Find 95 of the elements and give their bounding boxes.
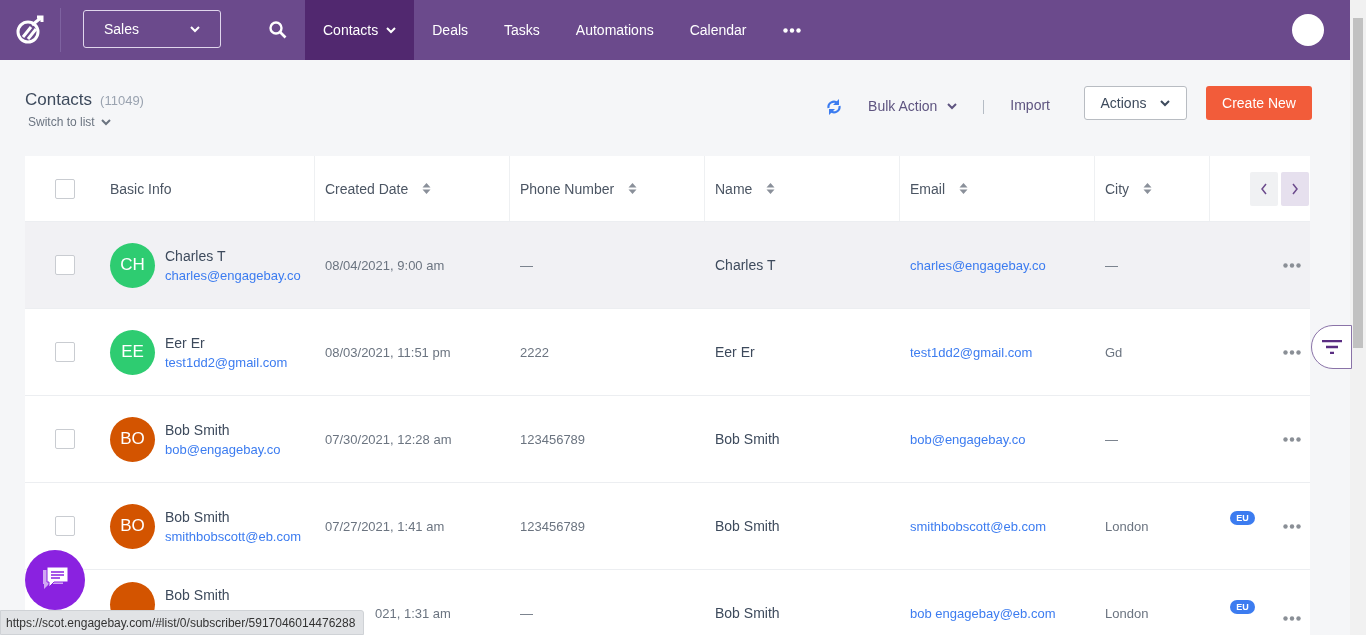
avatar: EE bbox=[110, 329, 155, 375]
contact-count: (11049) bbox=[100, 93, 144, 108]
table-cell: 08/03/2021, 11:51 pm bbox=[325, 344, 451, 360]
table-cell: — bbox=[520, 605, 533, 621]
nav-tab[interactable]: Automations bbox=[557, 0, 672, 60]
table-cell: 07/27/2021, 1:41 am bbox=[325, 518, 445, 534]
contact-name[interactable]: Bob Smith bbox=[165, 587, 230, 603]
table-cell: 2222 bbox=[520, 344, 549, 360]
row-checkbox[interactable] bbox=[55, 516, 75, 536]
pipeline-dropdown[interactable]: Sales bbox=[83, 10, 221, 48]
table-cell: — bbox=[1105, 257, 1118, 273]
more-icon[interactable] bbox=[1283, 436, 1301, 442]
caret-icon bbox=[100, 118, 111, 126]
table-row[interactable]: EE Eer Er test1dd2@gmail.com 08/03/2021, 11:51 pm 2222 Eer Er test1dd2@gmail.com Gd bbox=[25, 309, 1310, 396]
user-avatar[interactable] bbox=[1292, 14, 1324, 46]
email-link[interactable]: bob engagebay@eb.com bbox=[910, 605, 1056, 621]
bulk-action-menu[interactable]: Bulk Action bbox=[868, 98, 958, 114]
email-link[interactable]: charles@engagebay.co bbox=[910, 257, 1046, 273]
more-icon[interactable] bbox=[782, 27, 801, 33]
chevron-right-icon bbox=[1291, 182, 1299, 195]
column-header: City bbox=[1105, 180, 1130, 197]
region-badge: EU bbox=[1230, 511, 1255, 525]
caret-icon bbox=[190, 25, 200, 33]
table-cell: Eer Er bbox=[715, 344, 755, 360]
avatar: BO bbox=[110, 503, 155, 549]
table-cell: Gd bbox=[1105, 344, 1123, 360]
more-icon[interactable] bbox=[1283, 349, 1301, 355]
row-checkbox[interactable] bbox=[55, 342, 75, 362]
table-cell: Charles T bbox=[715, 257, 776, 273]
more-icon[interactable] bbox=[1283, 615, 1301, 621]
email-link[interactable]: smithbobscott@eb.com bbox=[910, 518, 1047, 534]
column-header: Created Date bbox=[325, 180, 409, 197]
previous-button[interactable] bbox=[1250, 171, 1278, 206]
table-cell: Bob Smith bbox=[715, 518, 780, 534]
caret-icon bbox=[947, 102, 958, 110]
table-cell: Bob Smith bbox=[715, 431, 780, 447]
table-row[interactable]: BO Bob Smith bob@engagebay.co 07/30/2021, 12:28 am 123456789 Bob Smith bob@engagebay.co — bbox=[25, 396, 1310, 483]
table-cell: 08/04/2021, 9:00 am bbox=[325, 257, 445, 273]
sort-icon[interactable] bbox=[422, 182, 432, 195]
logo-icon[interactable] bbox=[15, 15, 45, 45]
table-cell: 123456789 bbox=[520, 518, 586, 534]
filter-button[interactable] bbox=[1311, 325, 1352, 369]
row-checkbox[interactable] bbox=[55, 429, 75, 449]
contact-name[interactable]: Charles T bbox=[165, 247, 301, 264]
import-link[interactable]: Import bbox=[1010, 97, 1050, 113]
sort-icon[interactable] bbox=[959, 182, 968, 195]
table-cell: London bbox=[1105, 518, 1149, 534]
column-header: Email bbox=[910, 180, 945, 197]
table-cell: London bbox=[1105, 605, 1149, 621]
contact-email[interactable]: test1dd2@gmail.com bbox=[165, 354, 288, 370]
column-header: Basic Info bbox=[110, 180, 172, 197]
table-cell: Bob Smith bbox=[715, 605, 780, 621]
filter-icon bbox=[1321, 340, 1342, 354]
avatar: CH bbox=[110, 242, 155, 288]
actions-dropdown[interactable]: Actions bbox=[1084, 86, 1187, 120]
refresh-icon[interactable] bbox=[826, 98, 843, 116]
table-cell: 07/30/2021, 12:28 am bbox=[325, 431, 452, 447]
chevron-left-icon bbox=[1260, 182, 1268, 195]
contact-name[interactable]: Bob Smith bbox=[165, 508, 302, 525]
table-cell: — bbox=[520, 257, 533, 273]
search-icon[interactable] bbox=[269, 21, 287, 39]
nav-tab[interactable]: Deals bbox=[414, 0, 487, 60]
table-row[interactable]: CH Charles T charles@engagebay.co 08/04/2021, 9:00 am — Charles T charles@engagebay.co — bbox=[25, 222, 1310, 309]
contact-name[interactable]: Bob Smith bbox=[165, 421, 281, 438]
caret-icon bbox=[386, 26, 397, 34]
more-icon[interactable] bbox=[1283, 523, 1301, 529]
table-cell: — bbox=[1105, 431, 1118, 447]
nav-tab[interactable]: Tasks bbox=[486, 0, 558, 60]
contact-email[interactable]: bob@engagebay.co bbox=[165, 441, 281, 457]
scrollbar-thumb[interactable] bbox=[1353, 18, 1363, 348]
row-checkbox[interactable] bbox=[55, 255, 75, 275]
table-cell: 021, 1:31 am bbox=[375, 605, 451, 621]
next-button[interactable] bbox=[1281, 171, 1309, 206]
contact-name[interactable]: Eer Er bbox=[165, 334, 288, 351]
page-title: Contacts bbox=[25, 90, 93, 110]
email-link[interactable]: bob@engagebay.co bbox=[910, 431, 1026, 447]
contact-email[interactable]: charles@engagebay.co bbox=[165, 267, 301, 283]
sort-icon[interactable] bbox=[1143, 182, 1153, 195]
nav-tab[interactable]: Calendar bbox=[671, 0, 765, 60]
column-header: Name bbox=[715, 180, 753, 197]
switch-view-link[interactable]: Switch to list bbox=[28, 115, 144, 129]
contact-email[interactable]: smithbobscott@eb.com bbox=[165, 528, 302, 544]
link-tooltip: https://scot.engagebay.com/#list/0/subscriber/5917046014476288 bbox=[0, 610, 365, 635]
column-header: Phone Number bbox=[520, 180, 615, 197]
caret-icon bbox=[1160, 99, 1171, 107]
scrollbar[interactable] bbox=[1350, 0, 1366, 635]
select-all-checkbox[interactable] bbox=[55, 178, 75, 199]
table-cell: 123456789 bbox=[520, 431, 586, 447]
avatar: BO bbox=[110, 416, 155, 462]
region-badge: EU bbox=[1230, 600, 1255, 614]
more-icon[interactable] bbox=[1283, 262, 1301, 268]
email-link[interactable]: test1dd2@gmail.com bbox=[910, 344, 1033, 360]
nav-tab[interactable]: Contacts bbox=[305, 0, 415, 60]
sort-icon[interactable] bbox=[628, 182, 638, 195]
sort-icon[interactable] bbox=[766, 182, 776, 195]
